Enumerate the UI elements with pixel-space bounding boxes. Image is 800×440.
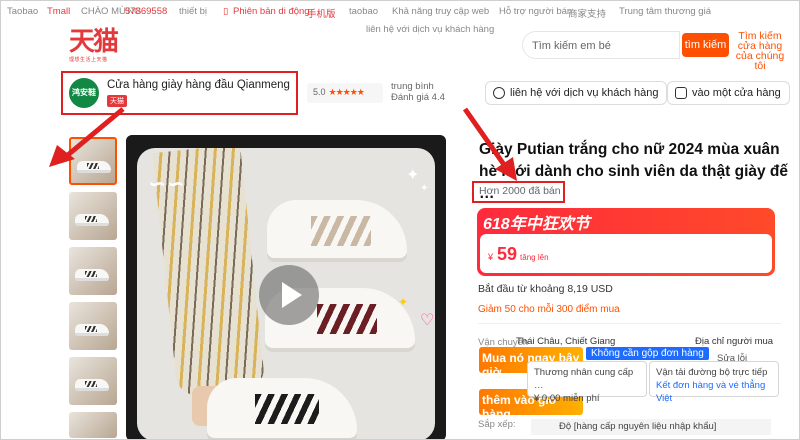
sort-label: Sắp xếp: bbox=[478, 419, 516, 430]
shop-name[interactable]: Cửa hàng giày hàng đầu Qianmeng bbox=[107, 79, 290, 91]
nav-accessibility[interactable]: Khả năng truy cập web bbox=[392, 6, 489, 17]
shoe-top bbox=[267, 200, 407, 258]
card2-line1: Vận tải đường bộ trực tiếp bbox=[656, 367, 768, 378]
search-input[interactable]: Tìm kiếm em bé bbox=[522, 31, 680, 59]
logo-tagline: 理想生活上天猫 bbox=[69, 57, 108, 63]
doodle-sparkle: ✦ bbox=[398, 295, 409, 309]
no-merge-tag: Không cần gộp đơn hàng bbox=[586, 347, 709, 360]
nav-seller-support-cn[interactable]: 商家支持 bbox=[568, 6, 606, 20]
shop-rating: 5.0 ★★★★★ bbox=[307, 83, 383, 103]
thumbnail-3[interactable] bbox=[69, 247, 117, 295]
nav-taobao[interactable]: Taobao bbox=[7, 6, 38, 17]
shop-icon bbox=[675, 87, 687, 99]
doodle-heart: ♡ bbox=[420, 312, 435, 329]
shipping-from: Thái Châu, Chiết Giang bbox=[516, 336, 616, 347]
rating-value: 5.0 bbox=[313, 87, 326, 97]
price-currency: ¥ bbox=[488, 252, 494, 262]
top-nav: Taobao Tmall CHÀO MỪNG 57869558 thiết bị… bbox=[1, 1, 799, 23]
chat-icon bbox=[493, 87, 505, 99]
usd-price: Bắt đầu từ khoảng 8,19 USD bbox=[478, 283, 613, 295]
thumbnail-5[interactable] bbox=[69, 357, 117, 405]
nav-device[interactable]: thiết bị bbox=[179, 6, 207, 17]
thumbnail-2[interactable] bbox=[69, 192, 117, 240]
mobile-icon: ▯ bbox=[223, 6, 229, 17]
tmall-logo[interactable]: 天猫 理想生活上天猫 bbox=[69, 29, 119, 65]
divider bbox=[478, 323, 781, 324]
sub-nav: liên hệ với dịch vụ khách hàng bbox=[1, 23, 799, 39]
rating-label: trung bình bbox=[391, 81, 434, 92]
promo-title: 618年中狂欢节 bbox=[483, 216, 590, 233]
rating-summary: trung bình Đánh giá 4.4 bbox=[391, 81, 445, 103]
thumbnail-4[interactable] bbox=[69, 302, 117, 350]
shipping-to[interactable]: Địa chỉ người mua bbox=[695, 336, 773, 347]
price-suffix: tăng lên bbox=[520, 253, 549, 262]
card2-line2: Kết đơn hàng và vé thẳng Việt bbox=[656, 380, 766, 404]
nav-taobao2[interactable]: taobao bbox=[349, 6, 378, 17]
enter-shop-label: vào một cửa hàng bbox=[692, 87, 781, 99]
doodle-star: ✦ bbox=[406, 167, 420, 184]
nav-merchant-center[interactable]: Trung tâm thương giá bbox=[619, 6, 711, 17]
thumbnail-6[interactable] bbox=[69, 412, 117, 438]
doodle-star-small: ✦ bbox=[420, 183, 429, 194]
enter-shop-button[interactable]: vào một cửa hàng bbox=[667, 81, 790, 105]
annotation-arrow-left bbox=[49, 107, 125, 167]
shipping-card-1[interactable]: Thương nhân cung cấp … ¥ 0,00 miễn phí bbox=[527, 361, 647, 404]
annotation-arrow-right bbox=[462, 107, 517, 181]
doodle-swirl: ∽∽ bbox=[148, 171, 185, 196]
material-option[interactable]: Độ [hàng cấp nguyên liệu nhập khẩu] bbox=[531, 419, 771, 435]
nav-mobile[interactable]: Phiên bản di động bbox=[233, 6, 310, 17]
nav-tmall[interactable]: Tmall bbox=[47, 6, 70, 17]
rating-sub: Đánh giá 4.4 bbox=[391, 92, 445, 103]
contact-service-button[interactable]: liên hệ với dịch vụ khách hàng bbox=[485, 81, 668, 105]
shipping-card-2[interactable]: Vận tải đường bộ trực tiếp Kết đơn hàng … bbox=[649, 361, 779, 404]
nav-seller-support[interactable]: Hỗ trợ người bán bbox=[499, 6, 572, 17]
promo-banner: 618年中狂欢节 ¥59 tăng lên bbox=[477, 208, 775, 276]
card1-line1: Thương nhân cung cấp … bbox=[534, 367, 634, 391]
logo-text: 天猫 bbox=[69, 27, 119, 57]
nav-mobile-cn[interactable]: 手机版 bbox=[307, 6, 336, 20]
coupon-text[interactable]: Giảm 50 cho mỗi 300 điểm mua bbox=[478, 304, 620, 315]
tmall-product-page: Taobao Tmall CHÀO MỪNG 57869558 thiết bị… bbox=[0, 0, 800, 440]
shoe-bottom bbox=[207, 378, 357, 438]
price-value: 59 bbox=[497, 244, 518, 264]
card1-line2: ¥ 0,00 miễn phí bbox=[534, 393, 600, 404]
nav-customer-service[interactable]: liên hệ với dịch vụ khách hàng bbox=[366, 24, 494, 35]
price-box: ¥59 tăng lên bbox=[480, 234, 772, 273]
contact-service-label: liên hệ với dịch vụ khách hàng bbox=[510, 87, 659, 99]
star-icons: ★★★★★ bbox=[328, 87, 365, 97]
price: ¥59 tăng lên bbox=[488, 244, 549, 265]
search-button[interactable]: tìm kiếm bbox=[682, 33, 729, 57]
play-icon[interactable] bbox=[259, 265, 319, 325]
nav-user-id[interactable]: 57869558 bbox=[125, 6, 167, 17]
sold-count: Hơn 2000 đã bán bbox=[479, 185, 561, 197]
search-shop-button[interactable]: Tìm kiếm cửa hàng của chúng tôi bbox=[732, 31, 788, 75]
